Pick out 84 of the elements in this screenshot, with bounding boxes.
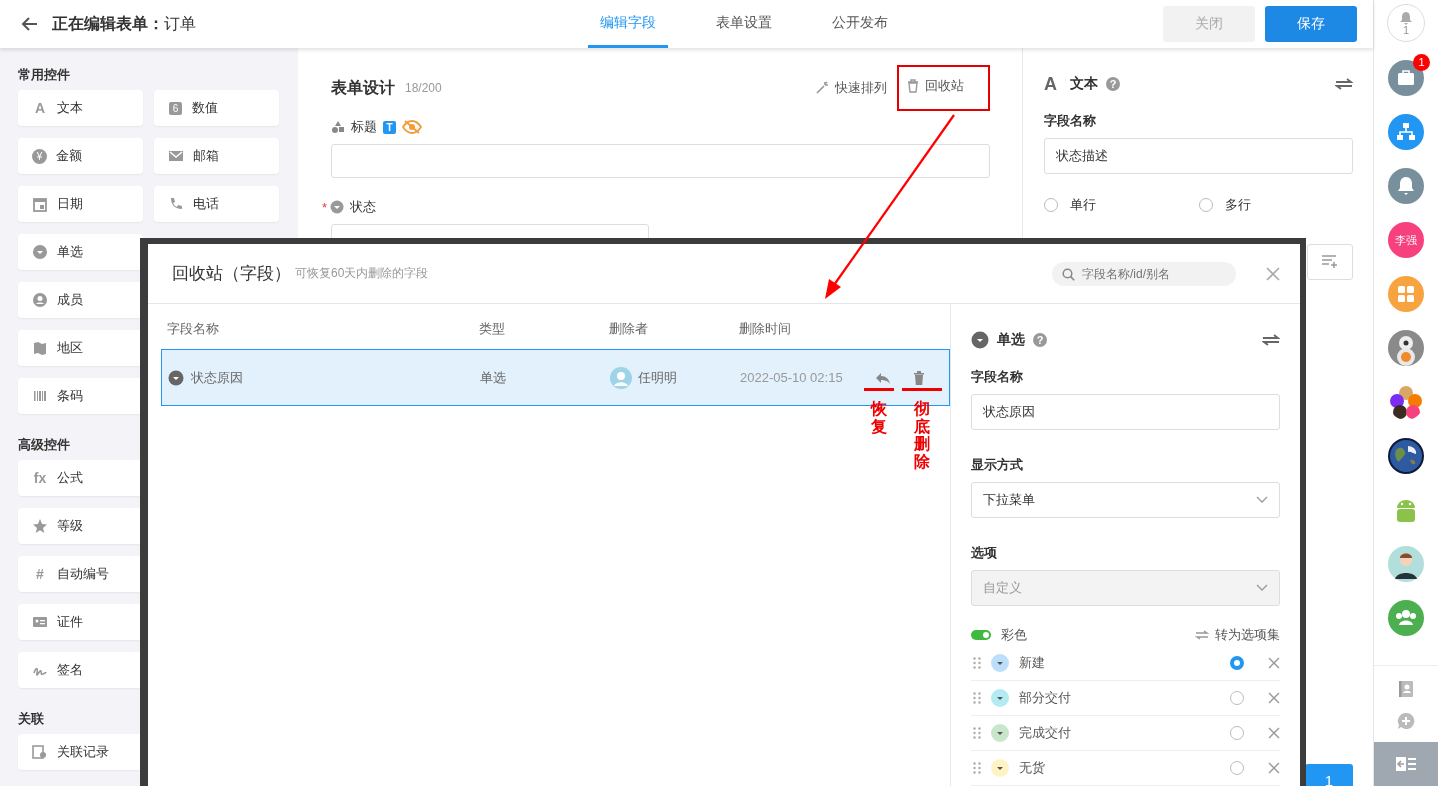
column-header: 删除者: [609, 320, 649, 338]
control-label: 金额: [56, 147, 82, 165]
control-item[interactable]: A 文本: [18, 90, 143, 126]
column-header: 删除时间: [739, 320, 792, 338]
option-label: 新建: [1019, 654, 1046, 672]
option-label: 完成交付: [1019, 724, 1072, 742]
field-label: 选项: [971, 544, 998, 562]
control-item[interactable]: 日期: [18, 186, 143, 222]
control-item[interactable]: 证件: [18, 604, 143, 640]
control-label: 邮箱: [193, 147, 219, 165]
control-item[interactable]: ¥ 金额: [18, 138, 143, 174]
tab[interactable]: 表单设置: [704, 0, 784, 48]
control-label: 证件: [57, 613, 83, 631]
save-button[interactable]: 保存: [1265, 6, 1357, 42]
quick-arrange-button[interactable]: 快速排列: [805, 67, 897, 109]
recycle-bin-button[interactable]: 回收站: [897, 65, 990, 111]
table-cell-text: 2022-05-10 02:15: [740, 370, 844, 385]
control-item[interactable]: 邮箱: [154, 138, 279, 174]
control-label: 数值: [192, 99, 218, 117]
field-label: 字段名称: [1044, 112, 1097, 130]
control-item[interactable]: 6 数值: [154, 90, 279, 126]
control-item[interactable]: 单选: [18, 234, 143, 270]
control-label: 关联记录: [57, 743, 109, 761]
table-cell: 状态原因: [191, 368, 243, 387]
title-badge: T: [383, 120, 396, 134]
radio-option[interactable]: 单行: [1044, 196, 1199, 214]
modal-title: 回收站（字段）: [172, 263, 291, 285]
column-header: 字段名称: [167, 320, 220, 338]
control-item[interactable]: 等级: [18, 508, 143, 544]
control-item[interactable]: 签名: [18, 652, 143, 688]
tab[interactable]: 公开发布: [820, 0, 900, 48]
required-mark: *: [322, 199, 328, 215]
section-title: 关联: [18, 710, 45, 728]
control-label: 电话: [193, 195, 219, 213]
section-title: 常用控件: [18, 66, 71, 84]
currency-icon: ¥: [32, 148, 47, 164]
control-icon: fx: [32, 470, 48, 486]
control-item[interactable]: 地区: [18, 330, 143, 366]
type-icon: A: [1044, 73, 1062, 95]
control-item[interactable]: 关联记录: [18, 734, 143, 770]
control-label: 文本: [57, 99, 83, 117]
panel-title: 单选: [997, 331, 1025, 349]
control-icon: A: [32, 100, 48, 116]
control-label: 公式: [57, 469, 83, 487]
convert-link[interactable]: 转为选项集: [1195, 626, 1280, 644]
designer-title: 表单设计: [331, 77, 395, 98]
field-name-input[interactable]: 状态描述: [1044, 138, 1353, 174]
section-title: 高级控件: [18, 436, 71, 454]
control-label: 自动编号: [57, 565, 109, 583]
field-label: 标题: [351, 118, 377, 136]
column-header: 类型: [479, 320, 506, 338]
count-badge: 1: [1413, 54, 1430, 71]
control-item[interactable]: 成员: [18, 282, 143, 318]
modal-subtitle: 可恢复60天内删除的字段: [295, 265, 429, 282]
number-icon: 6: [169, 101, 182, 115]
control-label: 签名: [57, 661, 83, 679]
control-label: 地区: [57, 339, 83, 357]
search-field[interactable]: 字段名称/id/别名: [1052, 261, 1236, 286]
table-cell-text: 单选: [480, 368, 507, 387]
panel-title: 文本: [1070, 75, 1098, 93]
option-label: 部分交付: [1019, 689, 1072, 707]
field-label: 字段名称: [971, 368, 1024, 386]
user-avatar[interactable]: 李强: [1388, 222, 1424, 258]
form-title: 正在编辑表单：订单: [52, 13, 196, 34]
display-mode-select[interactable]: 下拉菜单: [971, 482, 1280, 518]
control-label: 条码: [57, 387, 83, 405]
radio-option[interactable]: 多行: [1198, 196, 1353, 214]
option-label: 无货: [1019, 759, 1046, 777]
notification-count: 1: [1402, 24, 1410, 36]
control-item[interactable]: # 自动编号: [18, 556, 143, 592]
control-label: 成员: [57, 291, 83, 309]
control-item[interactable]: 条码: [18, 378, 143, 414]
control-label: 日期: [57, 195, 83, 213]
control-icon: #: [32, 566, 48, 582]
field-label: 状态: [350, 198, 377, 216]
field-name-input[interactable]: 状态原因: [971, 394, 1280, 430]
toggle-label: 彩色: [1001, 626, 1027, 644]
field-count: 18/200: [405, 81, 442, 95]
control-label: 等级: [57, 517, 83, 535]
control-item[interactable]: 电话: [154, 186, 279, 222]
table-cell: 任明明: [638, 368, 677, 387]
control-item[interactable]: fx 公式: [18, 460, 143, 496]
field-label: 显示方式: [971, 456, 1024, 474]
control-label: 单选: [57, 243, 83, 261]
